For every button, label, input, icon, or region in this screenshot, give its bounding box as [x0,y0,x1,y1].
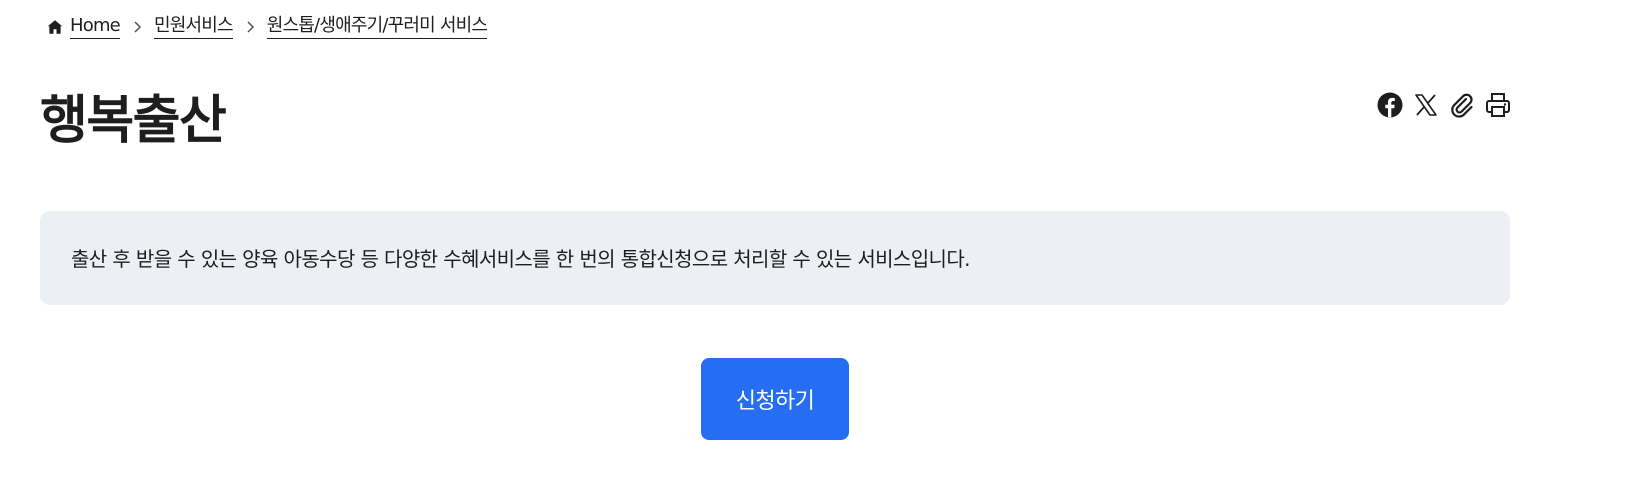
breadcrumb-onestop-link[interactable]: 원스톱/생애주기/꾸러미 서비스 [266,14,488,39]
chevron-right-icon [120,20,154,34]
print-icon[interactable] [1484,90,1512,120]
home-icon [46,18,64,36]
x-twitter-icon[interactable] [1412,90,1440,120]
share-tools [1376,90,1512,120]
breadcrumb: Home 민원서비스 원스톱/생애주기/꾸러미 서비스 [46,14,488,39]
service-description: 출산 후 받을 수 있는 양육 아동수당 등 다양한 수혜서비스를 한 번의 통… [71,246,970,271]
page-title: 행복출산 [40,91,227,151]
page: Home 민원서비스 원스톱/생애주기/꾸러미 서비스 행복출산 출산 후 받을… [0,0,1640,503]
chevron-right-icon [233,20,267,34]
breadcrumb-civil-service-link[interactable]: 민원서비스 [153,14,234,39]
apply-button[interactable]: 신청하기 [701,358,849,440]
breadcrumb-civil-service-label: 민원서비스 [153,14,234,39]
breadcrumb-home-label: Home [70,14,121,39]
paperclip-icon[interactable] [1448,90,1476,120]
service-description-box: 출산 후 받을 수 있는 양육 아동수당 등 다양한 수혜서비스를 한 번의 통… [40,211,1510,305]
facebook-icon[interactable] [1376,90,1404,120]
breadcrumb-home-link[interactable]: Home [46,14,121,39]
breadcrumb-onestop-label: 원스톱/생애주기/꾸러미 서비스 [266,14,488,39]
